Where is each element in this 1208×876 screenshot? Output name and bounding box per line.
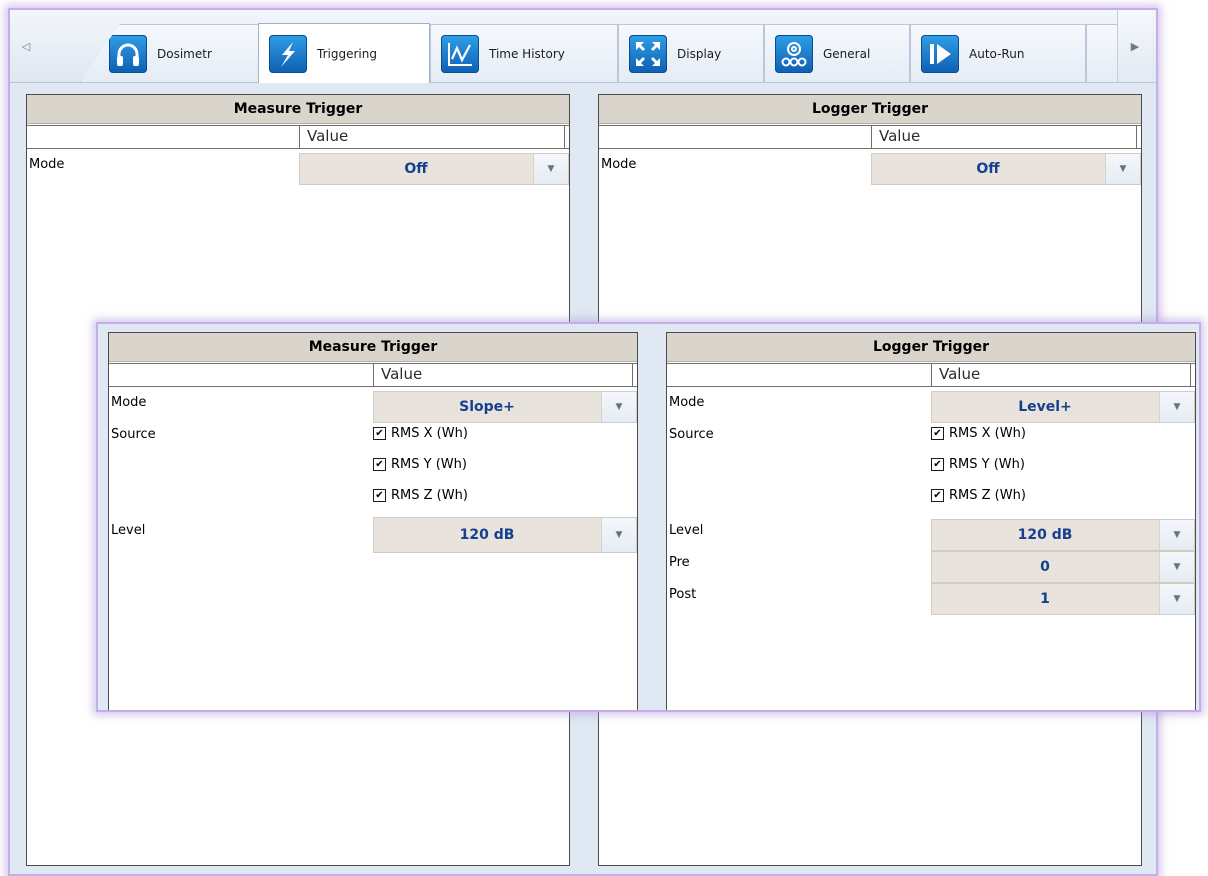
tab-general[interactable]: General xyxy=(764,24,910,82)
checkbox-checked-icon[interactable]: ✔ xyxy=(373,458,386,471)
chevron-down-icon[interactable]: ▼ xyxy=(1105,154,1140,184)
tab-time-history[interactable]: Time History xyxy=(430,24,618,82)
mode-dropdown[interactable]: Off ▼ xyxy=(299,153,569,185)
logger-trigger-panel-expanded: Logger Trigger Value Mode Level+ ▼ Sourc… xyxy=(666,332,1196,710)
mode-value: Off xyxy=(976,161,1000,177)
tab-auto-run[interactable]: Auto-Run xyxy=(910,24,1086,82)
chevron-down-icon[interactable]: ▼ xyxy=(1159,520,1194,550)
tab-overflow[interactable] xyxy=(1086,24,1120,82)
mode-dropdown[interactable]: Off ▼ xyxy=(871,153,1141,185)
level-label: Level xyxy=(669,523,704,538)
tab-label: General xyxy=(823,46,871,61)
mode-dropdown[interactable]: Level+ ▼ xyxy=(931,391,1195,423)
value-column-header: Value xyxy=(381,365,423,383)
chevron-down-icon[interactable]: ▼ xyxy=(1159,392,1194,422)
checkbox-label: RMS Y (Wh) xyxy=(949,457,1025,472)
gears-icon xyxy=(775,34,813,73)
value-column-header: Value xyxy=(939,365,981,383)
tab-label: Time History xyxy=(489,46,565,61)
panel-title: Measure Trigger xyxy=(109,333,637,362)
chevron-down-icon[interactable]: ▼ xyxy=(601,392,636,422)
mode-value: Slope+ xyxy=(459,399,515,415)
pre-value: 0 xyxy=(1040,559,1050,575)
level-value: 120 dB xyxy=(459,527,515,543)
mode-label: Mode xyxy=(29,157,65,172)
checkbox-label: RMS Z (Wh) xyxy=(391,488,468,503)
panel-title: Logger Trigger xyxy=(667,333,1195,362)
source-label: Source xyxy=(669,427,714,442)
source-label: Source xyxy=(111,427,156,442)
tab-label: Auto-Run xyxy=(969,46,1025,61)
mode-label: Mode xyxy=(669,395,705,410)
mode-value: Off xyxy=(404,161,428,177)
checkbox-checked-icon[interactable]: ✔ xyxy=(931,427,944,440)
post-label: Post xyxy=(669,587,697,602)
checkbox-label: RMS X (Wh) xyxy=(949,426,1026,441)
tab-scroll-left-icon[interactable]: ◁ xyxy=(14,10,38,82)
source-checkbox-z[interactable]: ✔ RMS Z (Wh) xyxy=(931,488,1026,503)
post-value: 1 xyxy=(1040,591,1050,607)
play-icon xyxy=(921,34,959,73)
tab-bar: ◁ Dosimetr Triggering Time History Displ… xyxy=(10,10,1156,83)
grid-header: Value xyxy=(109,363,637,387)
checkbox-label: RMS Y (Wh) xyxy=(391,457,467,472)
checkbox-checked-icon[interactable]: ✔ xyxy=(373,427,386,440)
tab-display[interactable]: Display xyxy=(618,24,764,82)
value-column-header: Value xyxy=(307,127,349,145)
tab-label: Triggering xyxy=(317,46,377,61)
chevron-down-icon[interactable]: ▼ xyxy=(1159,552,1194,582)
chevron-down-icon[interactable]: ▼ xyxy=(601,518,636,552)
grid-header: Value xyxy=(599,125,1141,149)
lightning-icon xyxy=(269,34,307,73)
tab-label: Display xyxy=(677,46,722,61)
checkbox-checked-icon[interactable]: ✔ xyxy=(931,458,944,471)
source-checkbox-y[interactable]: ✔ RMS Y (Wh) xyxy=(373,457,467,472)
source-checkbox-y[interactable]: ✔ RMS Y (Wh) xyxy=(931,457,1025,472)
checkbox-label: RMS X (Wh) xyxy=(391,426,468,441)
mode-value: Level+ xyxy=(1018,399,1072,415)
value-column-header: Value xyxy=(879,127,921,145)
checkbox-checked-icon[interactable]: ✔ xyxy=(931,489,944,502)
pre-label: Pre xyxy=(669,555,690,570)
source-checkbox-z[interactable]: ✔ RMS Z (Wh) xyxy=(373,488,468,503)
overlay-window: Measure Trigger Value Mode Slope+ ▼ Sour… xyxy=(96,322,1201,712)
tab-label: Dosimetr xyxy=(157,46,212,61)
mode-label: Mode xyxy=(601,157,637,172)
checkbox-checked-icon[interactable]: ✔ xyxy=(373,489,386,502)
chevron-down-icon[interactable]: ▼ xyxy=(533,154,568,184)
level-dropdown[interactable]: 120 dB ▼ xyxy=(931,519,1195,551)
source-checkbox-x[interactable]: ✔ RMS X (Wh) xyxy=(373,426,468,441)
line-chart-icon xyxy=(441,34,479,73)
chevron-down-icon[interactable]: ▼ xyxy=(1159,584,1194,614)
panel-title: Logger Trigger xyxy=(599,95,1141,124)
mode-dropdown[interactable]: Slope+ ▼ xyxy=(373,391,637,423)
level-dropdown[interactable]: 120 dB ▼ xyxy=(373,517,637,553)
grid-header: Value xyxy=(27,125,569,149)
measure-trigger-panel-expanded: Measure Trigger Value Mode Slope+ ▼ Sour… xyxy=(108,332,638,710)
level-label: Level xyxy=(111,523,146,538)
grid-header: Value xyxy=(667,363,1195,387)
tab-scroll-right-icon[interactable]: ▶ xyxy=(1117,10,1152,82)
tab-triggering[interactable]: Triggering xyxy=(258,23,430,83)
source-checkbox-x[interactable]: ✔ RMS X (Wh) xyxy=(931,426,1026,441)
tab-dosimetry[interactable]: Dosimetr xyxy=(80,24,270,82)
headphones-icon xyxy=(109,34,147,73)
mode-label: Mode xyxy=(111,395,147,410)
pre-dropdown[interactable]: 0 ▼ xyxy=(931,551,1195,583)
panel-title: Measure Trigger xyxy=(27,95,569,124)
level-value: 120 dB xyxy=(1017,527,1073,543)
checkbox-label: RMS Z (Wh) xyxy=(949,488,1026,503)
post-dropdown[interactable]: 1 ▼ xyxy=(931,583,1195,615)
expand-arrows-icon xyxy=(629,34,667,73)
